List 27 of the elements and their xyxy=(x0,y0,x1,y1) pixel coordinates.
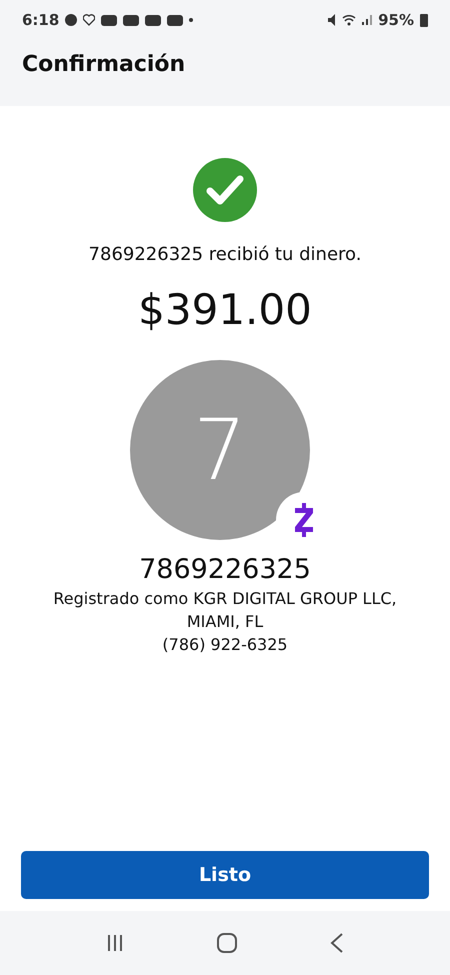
done-button[interactable]: Listo xyxy=(21,851,429,899)
video-notification-icon xyxy=(167,14,184,26)
video-notification-icon xyxy=(123,14,140,26)
back-button[interactable] xyxy=(330,933,344,953)
more-notifications-icon xyxy=(189,18,194,22)
video-notification-icon xyxy=(145,14,162,26)
logo-icon xyxy=(293,503,315,537)
battery-percent: 95% xyxy=(378,11,414,29)
status-time: 6:18 xyxy=(22,11,60,29)
app-notification-icon xyxy=(65,14,78,26)
amount: $391.00 xyxy=(138,285,312,334)
heart-icon xyxy=(83,14,96,26)
page-title: Confirmación xyxy=(22,52,186,77)
recipient-detail: MIAMI, FL xyxy=(186,612,264,631)
video-notification-icon xyxy=(101,14,118,26)
battery-icon xyxy=(420,14,428,26)
avatar-initial: 7 xyxy=(193,401,247,499)
recipient-detail: (786) 922-6325 xyxy=(162,635,288,654)
mute-icon xyxy=(327,13,336,27)
confirmation-message: 7869226325 recibió tu dinero. xyxy=(88,244,362,265)
signal-icon xyxy=(362,15,372,25)
recipient-detail: Registrado como KGR DIGITAL GROUP LLC, xyxy=(53,589,397,608)
check-icon xyxy=(193,158,257,222)
home-button[interactable] xyxy=(216,932,238,954)
recipient-name: 7869226325 xyxy=(139,554,311,585)
recent-apps-button[interactable] xyxy=(106,934,124,952)
wifi-icon xyxy=(342,14,356,26)
